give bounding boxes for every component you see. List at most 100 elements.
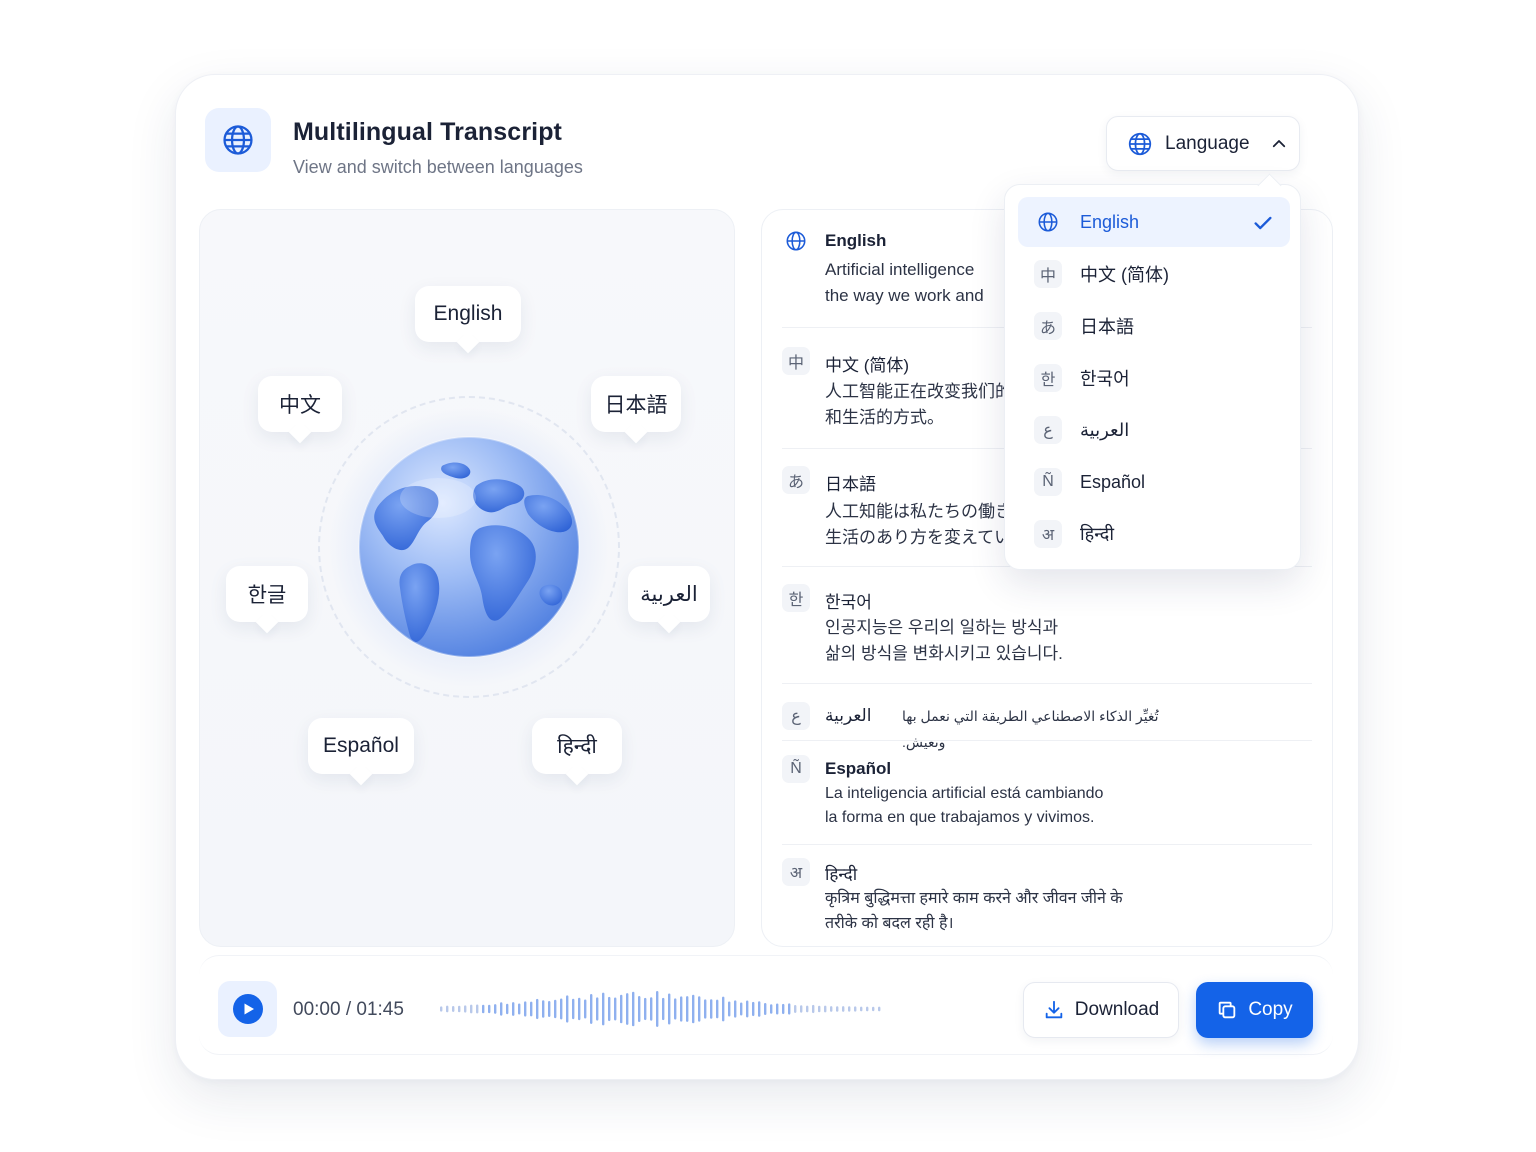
page-title: Multilingual Transcript bbox=[293, 118, 562, 146]
waveform-bar bbox=[548, 1001, 551, 1017]
entry-text: تُغيِّر الذكاء الاصطناعي الطريقة التي نع… bbox=[902, 708, 1159, 750]
waveform-bar bbox=[632, 991, 635, 1027]
waveform-bar bbox=[440, 1006, 443, 1012]
spanish-glyph-icon: Ñ bbox=[1034, 468, 1062, 496]
waveform-bar bbox=[848, 1006, 851, 1012]
waveform-bar bbox=[626, 993, 629, 1025]
waveform-bar bbox=[794, 1005, 797, 1013]
waveform-bar bbox=[746, 1000, 749, 1018]
header-globe-icon bbox=[205, 108, 271, 172]
menu-item-label: 한국어 bbox=[1080, 369, 1130, 389]
download-button[interactable]: Download bbox=[1023, 982, 1179, 1038]
transcript-entry-spanish: Ñ Español La inteligencia artificial est… bbox=[782, 755, 1310, 839]
menu-item-hindi[interactable]: अ हिन्दी bbox=[1018, 509, 1290, 559]
play-button[interactable] bbox=[218, 981, 277, 1037]
waveform-bar bbox=[542, 1000, 545, 1018]
page-subtitle: View and switch between languages bbox=[293, 157, 583, 177]
entry-language-name: العربية bbox=[825, 706, 872, 725]
waveform-bar bbox=[494, 1004, 497, 1014]
menu-item-label: 中文 (简体) bbox=[1080, 265, 1169, 285]
waveform-bar bbox=[818, 1005, 821, 1013]
waveform-bar bbox=[836, 1006, 839, 1012]
transcript-entry-hindi: अ हिन्दी कृत्रिम बुद्धिमत्ता हमारे काम क… bbox=[782, 858, 1310, 942]
waveform-bar bbox=[764, 1002, 767, 1016]
waveform-bar bbox=[446, 1005, 449, 1013]
waveform-bar bbox=[752, 1001, 755, 1017]
language-button-label: Language bbox=[1165, 132, 1250, 154]
menu-item-japanese[interactable]: あ 日本語 bbox=[1018, 301, 1290, 351]
entry-language-name: 日本語 bbox=[825, 475, 876, 494]
waveform-bar bbox=[518, 1003, 521, 1015]
download-icon bbox=[1043, 999, 1065, 1021]
arabic-glyph-icon: ع bbox=[1034, 416, 1062, 444]
waveform-bar bbox=[866, 1006, 869, 1012]
waveform-bar bbox=[536, 998, 539, 1020]
waveform-bar bbox=[662, 997, 665, 1021]
waveform-bar bbox=[704, 999, 707, 1019]
menu-item-korean[interactable]: 한 한국어 bbox=[1018, 353, 1290, 403]
entry-text: 인공지능은 우리의 일하는 방식과 삶의 방식을 변화시키고 있습니다. bbox=[825, 618, 1063, 663]
menu-item-spanish[interactable]: Ñ Español bbox=[1018, 457, 1290, 507]
waveform-bar bbox=[602, 992, 605, 1026]
waveform-bar bbox=[758, 1001, 761, 1017]
waveform-bar bbox=[572, 998, 575, 1020]
entry-text: कृत्रिम बुद्धिमत्ता हमारे काम करने और जी… bbox=[825, 890, 1123, 932]
globe-bubble-chinese: 中文 bbox=[258, 376, 342, 432]
korean-glyph-icon: 한 bbox=[782, 584, 810, 612]
menu-item-label: हिन्दी bbox=[1080, 524, 1115, 544]
menu-item-chinese[interactable]: 中 中文 (简体) bbox=[1018, 249, 1290, 299]
waveform-bar bbox=[656, 991, 659, 1027]
waveform-bar bbox=[650, 997, 653, 1021]
language-dropdown-button[interactable]: Language bbox=[1106, 116, 1300, 171]
chinese-glyph-icon: 中 bbox=[1034, 260, 1062, 288]
waveform-bar bbox=[620, 994, 623, 1024]
waveform-bar bbox=[668, 993, 671, 1025]
copy-button[interactable]: Copy bbox=[1196, 982, 1313, 1038]
menu-item-label: العربية bbox=[1080, 419, 1130, 440]
waveform-bar bbox=[806, 1005, 809, 1013]
waveform-bar bbox=[740, 1002, 743, 1016]
waveform-bar bbox=[722, 996, 725, 1022]
waveform-bar bbox=[452, 1006, 455, 1012]
copy-icon bbox=[1216, 999, 1238, 1021]
earth-globe-icon bbox=[358, 436, 580, 658]
waveform-bar bbox=[524, 1001, 527, 1017]
waveform-bar bbox=[488, 1004, 491, 1014]
menu-item-english[interactable]: English bbox=[1018, 197, 1290, 247]
waveform-bar bbox=[680, 996, 683, 1022]
audio-waveform[interactable] bbox=[438, 985, 884, 1033]
waveform-bar bbox=[770, 1004, 773, 1014]
waveform-bar bbox=[872, 1006, 875, 1012]
playback-time: 00:00 / 01:45 bbox=[293, 999, 404, 1020]
korean-glyph-icon: 한 bbox=[1034, 364, 1062, 392]
waveform-bar bbox=[842, 1006, 845, 1012]
waveform-bar bbox=[710, 999, 713, 1019]
entry-language-name: हिन्दी bbox=[825, 865, 858, 884]
globe-bubble-arabic: العربية bbox=[628, 566, 710, 622]
waveform-bar bbox=[800, 1005, 803, 1013]
entry-language-name: English bbox=[825, 231, 887, 250]
waveform-bar bbox=[590, 994, 593, 1024]
waveform-bar bbox=[812, 1004, 815, 1014]
download-label: Download bbox=[1074, 999, 1160, 1020]
play-icon bbox=[232, 994, 263, 1024]
waveform-bar bbox=[458, 1005, 461, 1013]
globe-bubble-spanish: Español bbox=[308, 718, 414, 774]
waveform-bar bbox=[464, 1005, 467, 1013]
waveform-bar bbox=[470, 1004, 473, 1014]
copy-label: Copy bbox=[1248, 999, 1293, 1020]
entry-language-name: 한국어 bbox=[825, 593, 872, 612]
waveform-bar bbox=[788, 1003, 791, 1015]
chevron-up-icon bbox=[1270, 135, 1288, 153]
waveform-bar bbox=[530, 1001, 533, 1017]
menu-item-arabic[interactable]: ع العربية bbox=[1018, 405, 1290, 455]
globe-bubble-korean: 한글 bbox=[226, 566, 308, 622]
waveform-bar bbox=[560, 998, 563, 1020]
waveform-bar bbox=[830, 1006, 833, 1012]
arabic-glyph-icon: ع bbox=[782, 702, 810, 730]
menu-item-label: Español bbox=[1080, 471, 1146, 492]
transcript-entry-arabic: ع العربية تُغيِّر الذكاء الاصطناعي الطري… bbox=[782, 702, 1310, 750]
waveform-bar bbox=[482, 1004, 485, 1014]
chinese-glyph-icon: 中 bbox=[782, 347, 810, 375]
waveform-bar bbox=[596, 997, 599, 1021]
